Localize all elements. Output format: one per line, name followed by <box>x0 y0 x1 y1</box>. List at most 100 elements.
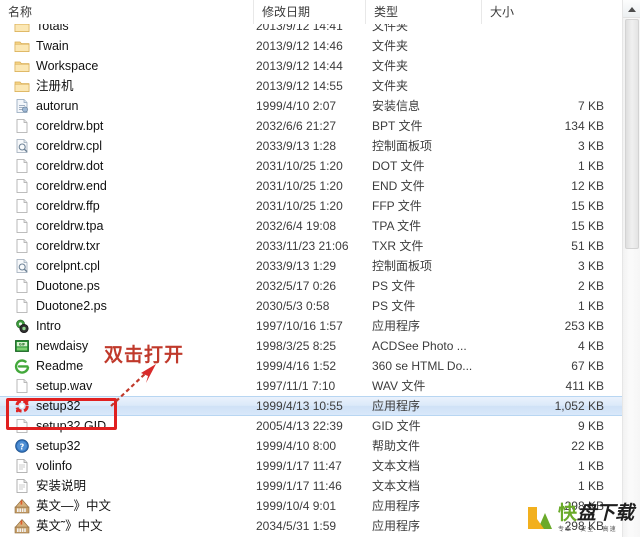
blank-file-icon <box>14 238 30 254</box>
folder-icon <box>14 78 30 94</box>
translate-app-icon <box>14 498 30 514</box>
column-header-date[interactable]: 修改日期 <box>254 0 366 24</box>
file-name-cell[interactable]: Duotone2.ps <box>0 296 254 316</box>
file-name-cell[interactable]: Intro <box>0 316 254 336</box>
file-type-cell: FFP 文件 <box>372 199 422 213</box>
file-row[interactable]: coreldrw.cpl 2033/9/13 1:28 控制面板项 3 KB <box>0 136 622 156</box>
file-name-cell[interactable]: coreldrw.dot <box>0 156 254 176</box>
file-size-cell: 1 KB <box>577 159 604 173</box>
file-type-cell: ACDSee Photo ... <box>372 339 467 353</box>
file-name-label: setup32 <box>36 439 81 453</box>
file-name-label: Twain <box>36 39 69 53</box>
file-row[interactable]: Intro 1997/10/16 1:57 应用程序 253 KB <box>0 316 622 336</box>
file-name-cell[interactable]: 注册机 <box>0 76 254 96</box>
acdsee-photo-icon: GIF <box>14 338 30 354</box>
file-type-cell: 文本文档 <box>372 479 421 493</box>
setup-information-icon <box>14 98 30 114</box>
vertical-scrollbar[interactable] <box>622 0 640 537</box>
control-panel-icon <box>14 258 30 274</box>
file-name-cell[interactable]: volinfo <box>0 456 254 476</box>
file-row[interactable]: Duotone.ps 2032/5/17 0:26 PS 文件 2 KB <box>0 276 622 296</box>
file-date-cell: 1999/4/10 8:00 <box>256 439 337 453</box>
watermark-text-secondary: 盘下载 <box>576 501 634 524</box>
file-name-cell[interactable]: 英文˜》中文 <box>0 516 254 536</box>
file-row[interactable]: Workspace 2013/9/12 14:44 文件夹 <box>0 56 622 76</box>
file-name-cell[interactable]: corelpnt.cpl <box>0 256 254 276</box>
chevron-up-icon[interactable] <box>623 0 640 18</box>
file-row[interactable]: autorun 1999/4/10 2:07 安装信息 7 KB <box>0 96 622 116</box>
file-size-cell: 15 KB <box>571 199 604 213</box>
file-type-cell: TPA 文件 <box>372 219 422 233</box>
blank-file-icon <box>14 118 30 134</box>
file-row[interactable]: coreldrw.bpt 2032/6/6 21:27 BPT 文件 134 KB <box>0 116 622 136</box>
file-row[interactable]: Twain 2013/9/12 14:46 文件夹 <box>0 36 622 56</box>
file-row[interactable]: setup32.GID 2005/4/13 22:39 GID 文件 9 KB <box>0 416 622 436</box>
file-name-cell[interactable]: 英文—》中文 <box>0 496 254 516</box>
file-type-cell: 控制面板项 <box>372 259 433 273</box>
file-row[interactable]: coreldrw.tpa 2032/6/4 19:08 TPA 文件 15 KB <box>0 216 622 236</box>
file-name-cell[interactable]: Duotone.ps <box>0 276 254 296</box>
file-row[interactable]: corelpnt.cpl 2033/9/13 1:29 控制面板项 3 KB <box>0 256 622 276</box>
file-row[interactable]: 注册机 2013/9/12 14:55 文件夹 <box>0 76 622 96</box>
file-type-cell: TXR 文件 <box>372 239 424 253</box>
file-size-cell: 51 KB <box>571 239 604 253</box>
file-date-cell: 2031/10/25 1:20 <box>256 179 343 193</box>
file-name-cell[interactable]: coreldrw.cpl <box>0 136 254 156</box>
file-name-cell[interactable]: coreldrw.bpt <box>0 116 254 136</box>
file-name-cell[interactable]: Totals <box>0 24 254 36</box>
blank-file-icon <box>14 418 30 434</box>
file-type-cell: DOT 文件 <box>372 159 425 173</box>
file-date-cell: 1997/11/1 7:10 <box>256 379 336 393</box>
file-size-cell: 134 KB <box>564 119 604 133</box>
file-name-cell[interactable]: Workspace <box>0 56 254 76</box>
file-size-cell: 3 KB <box>577 139 604 153</box>
blank-file-icon <box>14 278 30 294</box>
file-name-cell[interactable]: 安装说明 <box>0 476 254 496</box>
file-name-label: coreldrw.end <box>36 179 107 193</box>
file-name-cell[interactable]: coreldrw.end <box>0 176 254 196</box>
file-row[interactable]: coreldrw.txr 2033/11/23 21:06 TXR 文件 51 KB <box>0 236 622 256</box>
file-name-cell[interactable]: coreldrw.ffp <box>0 196 254 216</box>
file-date-cell: 1997/10/16 1:57 <box>256 319 343 333</box>
file-type-cell: 文件夹 <box>372 59 409 73</box>
file-row[interactable]: Duotone2.ps 2030/5/3 0:58 PS 文件 1 KB <box>0 296 622 316</box>
blank-file-icon <box>14 158 30 174</box>
file-size-cell: 2 KB <box>577 279 604 293</box>
file-row[interactable]: Readme 1999/4/16 1:52 360 se HTML Do... 67 … <box>0 356 622 376</box>
file-name-cell[interactable]: setup32.GID <box>0 416 254 436</box>
file-row[interactable]: 安装说明 1999/1/17 11:46 文本文档 1 KB <box>0 476 622 496</box>
file-list[interactable]: Totals 2013/9/12 14:41 文件夹 Twain 2013/9/12 1… <box>0 24 622 537</box>
file-date-cell: 2013/9/12 14:41 <box>256 24 343 33</box>
file-date-cell: 2013/9/12 14:44 <box>256 59 343 73</box>
file-size-cell: 15 KB <box>571 219 604 233</box>
file-name-cell[interactable]: Twain <box>0 36 254 56</box>
file-date-cell: 1999/1/17 11:47 <box>256 459 342 473</box>
column-header-type[interactable]: 类型 <box>366 0 482 24</box>
file-name-label: Readme <box>36 359 84 373</box>
file-name-label: 安装说明 <box>36 479 87 493</box>
file-row[interactable]: setup.wav 1997/11/1 7:10 WAV 文件 411 KB <box>0 376 622 396</box>
file-date-cell: 1999/4/10 2:07 <box>256 99 337 113</box>
file-row[interactable]: GIF newdaisy 1998/3/25 8:25 ACDSee Photo ..… <box>0 336 622 356</box>
file-size-cell: 12 KB <box>571 179 604 193</box>
scrollbar-thumb[interactable] <box>625 19 639 249</box>
file-size-cell <box>482 36 614 56</box>
column-header-name[interactable]: 名称 <box>0 0 254 24</box>
file-row[interactable]: setup32 1999/4/13 10:55 应用程序 1,052 KB <box>0 396 622 416</box>
file-row[interactable]: ? setup32 1999/4/10 8:00 帮助文件 22 KB <box>0 436 622 456</box>
file-row[interactable]: Totals 2013/9/12 14:41 文件夹 <box>0 24 622 36</box>
file-row[interactable]: coreldrw.end 2031/10/25 1:20 END 文件 12 KB <box>0 176 622 196</box>
file-name-cell[interactable]: setup.wav <box>0 376 254 396</box>
file-name-cell[interactable]: setup32 <box>0 396 254 416</box>
file-name-cell[interactable]: autorun <box>0 96 254 116</box>
column-header-size[interactable]: 大小 <box>482 0 622 24</box>
file-size-cell: 411 KB <box>565 379 604 393</box>
file-type-cell: 应用程序 <box>372 499 421 513</box>
file-row[interactable]: coreldrw.dot 2031/10/25 1:20 DOT 文件 1 KB <box>0 156 622 176</box>
file-name-cell[interactable]: ? setup32 <box>0 436 254 456</box>
file-row[interactable]: volinfo 1999/1/17 11:47 文本文档 1 KB <box>0 456 622 476</box>
file-row[interactable]: coreldrw.ffp 2031/10/25 1:20 FFP 文件 15 KB <box>0 196 622 216</box>
file-name-cell[interactable]: coreldrw.tpa <box>0 216 254 236</box>
file-name-cell[interactable]: coreldrw.txr <box>0 236 254 256</box>
file-name-label: volinfo <box>36 459 73 473</box>
